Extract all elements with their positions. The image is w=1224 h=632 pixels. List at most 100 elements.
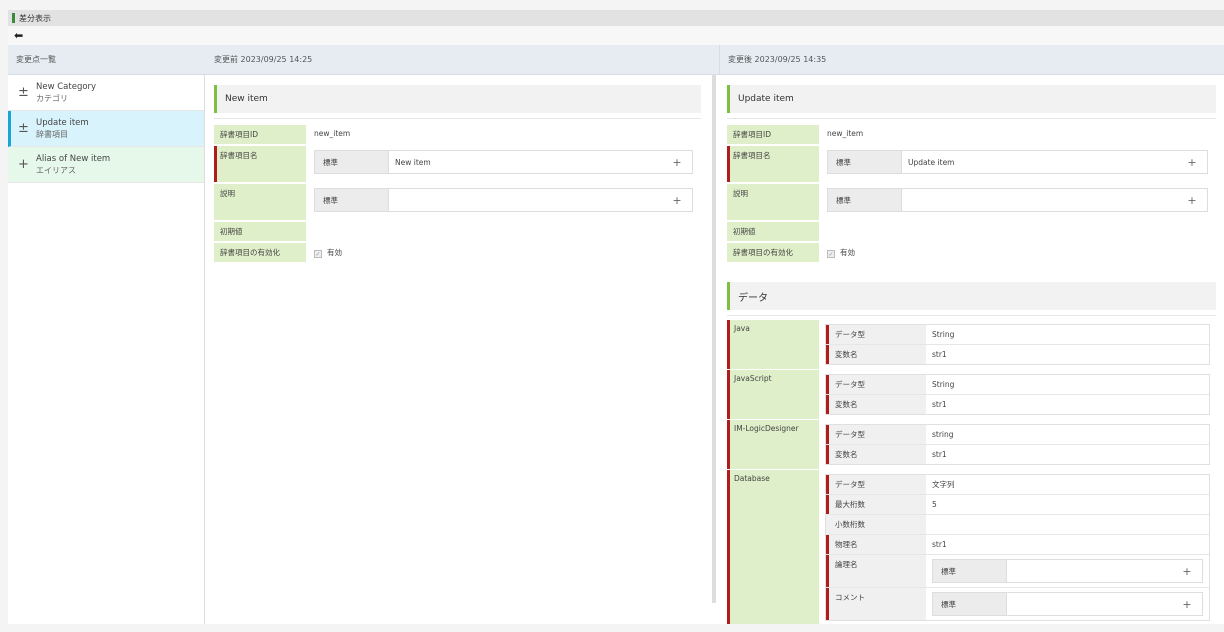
locale-label: 標準 xyxy=(933,593,1007,615)
prop-value xyxy=(819,222,1216,241)
prop-label: 辞書項目ID xyxy=(214,125,306,144)
sub-value: str1 xyxy=(932,450,947,459)
expand-plus-icon[interactable]: + xyxy=(1172,560,1202,582)
localized-field: 標準 New item + xyxy=(314,150,693,174)
locale-label: 標準 xyxy=(828,189,902,211)
after-section-title: Update item xyxy=(727,85,1216,113)
change-item-update-item[interactable]: ± Update item 辞書項目 xyxy=(8,111,204,147)
sub-value: 5 xyxy=(932,500,937,509)
sub-label: 論理名 xyxy=(826,555,926,587)
prop-label: 初期値 xyxy=(727,222,819,241)
sub-label: データ型 xyxy=(826,325,926,344)
change-item-type: カテゴリ xyxy=(36,93,68,103)
data-row-java: Java データ型 String 変数名 str1 xyxy=(727,320,1216,370)
before-section-title: New item xyxy=(214,85,701,113)
sub-label: 変数名 xyxy=(826,395,926,414)
data-subtable: データ型 文字列 最大桁数 5 小数桁数 物理名 str1 論理名 標準 + コ… xyxy=(825,474,1210,621)
sidebar-header: 変更点一覧 xyxy=(8,45,206,75)
prop-label: 辞書項目の有効化 xyxy=(214,243,306,262)
sub-label: 変数名 xyxy=(826,345,926,364)
localized-field: 標準 Update item + xyxy=(827,150,1208,174)
after-pane: Update item 辞書項目ID new_item 辞書項目名 標準 Upd… xyxy=(719,75,1224,624)
expand-plus-icon[interactable]: + xyxy=(662,151,692,173)
sub-value xyxy=(926,515,1209,534)
localized-value: Update item xyxy=(908,157,955,167)
before-header: 変更前 2023/09/25 14:25 xyxy=(206,45,719,75)
after-header: 変更後 2023/09/25 14:35 xyxy=(719,45,1224,75)
scrollbar[interactable] xyxy=(712,75,716,603)
checkbox-checked-icon: ✓ xyxy=(827,250,835,258)
change-item-alias[interactable]: + Alias of New item エイリアス xyxy=(8,147,204,183)
localized-value xyxy=(902,189,1177,211)
sub-label: 変数名 xyxy=(826,445,926,464)
change-item-new-category[interactable]: ± New Category カテゴリ xyxy=(8,75,204,111)
change-item-type: 辞書項目 xyxy=(36,129,68,139)
prop-label: 説明 xyxy=(727,184,819,220)
prop-label: 辞書項目の有効化 xyxy=(727,243,819,262)
sub-label: コメント xyxy=(826,588,926,620)
data-label: IM-LogicDesigner xyxy=(727,420,819,469)
arrow-left-icon[interactable]: ⬅ xyxy=(14,29,23,42)
expand-plus-icon[interactable]: + xyxy=(1172,593,1202,615)
diff-view: 変更点一覧 変更前 2023/09/25 14:25 変更後 2023/09/2… xyxy=(8,45,1224,624)
locale-label: 標準 xyxy=(828,151,902,173)
expand-plus-icon[interactable]: + xyxy=(662,189,692,211)
localized-value xyxy=(389,189,662,211)
locale-label: 標準 xyxy=(315,189,389,211)
divider xyxy=(214,113,701,119)
window-titlebar: 差分表示 xyxy=(8,10,1224,26)
localized-field: 標準 + xyxy=(827,188,1208,212)
data-section-title: データ xyxy=(727,282,1216,310)
localized-field: 標準 + xyxy=(932,559,1203,583)
localized-value xyxy=(1007,560,1172,582)
sub-label: 最大桁数 xyxy=(826,495,926,514)
prop-label-changed: 辞書項目名 xyxy=(214,146,306,182)
sub-value: str1 xyxy=(932,350,947,359)
expand-plus-icon[interactable]: + xyxy=(1177,189,1207,211)
prop-value xyxy=(306,222,701,241)
data-row-database: Database データ型 文字列 最大桁数 5 小数桁数 物理名 str1 論理名 … xyxy=(727,470,1216,624)
before-pane: New item 辞書項目ID new_item 辞書項目名 標準 New it… xyxy=(206,75,709,624)
plus-icon: + xyxy=(18,157,29,172)
data-label: Database xyxy=(727,470,819,624)
localized-field: 標準 + xyxy=(314,188,693,212)
localized-value: New item xyxy=(395,157,431,167)
data-label: JavaScript xyxy=(727,370,819,419)
data-row-logicdesigner: IM-LogicDesigner データ型 string 変数名 str1 xyxy=(727,420,1216,470)
app-mark-icon xyxy=(12,13,15,23)
change-item-title: Alias of New item xyxy=(36,153,111,164)
sub-label: 小数桁数 xyxy=(826,515,926,534)
sub-value: str1 xyxy=(932,540,947,549)
sub-label: 物理名 xyxy=(826,535,926,554)
toolbar: ⬅ xyxy=(8,26,1224,45)
change-list: ± New Category カテゴリ ± Update item 辞書項目 +… xyxy=(8,75,205,624)
change-item-title: New Category xyxy=(36,81,97,92)
change-item-type: エイリアス xyxy=(36,165,76,175)
data-label: Java xyxy=(727,320,819,369)
data-subtable: データ型 string 変数名 str1 xyxy=(825,424,1210,465)
locale-label: 標準 xyxy=(933,560,1007,582)
data-subtable: データ型 String 変数名 str1 xyxy=(825,324,1210,365)
locale-label: 標準 xyxy=(315,151,389,173)
expand-plus-icon[interactable]: + xyxy=(1177,151,1207,173)
sub-value: String xyxy=(932,380,955,389)
localized-field: 標準 + xyxy=(932,592,1203,616)
data-subtable: データ型 String 変数名 str1 xyxy=(825,374,1210,415)
localized-value xyxy=(1007,593,1172,615)
sub-label: データ型 xyxy=(826,425,926,444)
before-properties: 辞書項目ID new_item 辞書項目名 標準 New item + 説明 標 xyxy=(214,123,701,264)
prop-label-changed: 辞書項目名 xyxy=(727,146,819,182)
divider xyxy=(727,113,1216,119)
prop-label: 説明 xyxy=(214,184,306,220)
sub-label: データ型 xyxy=(826,375,926,394)
change-item-title: Update item xyxy=(36,117,89,128)
prop-value: new_item xyxy=(314,129,351,138)
prop-value: new_item xyxy=(827,129,864,138)
plus-minus-icon: ± xyxy=(18,121,29,136)
sub-value: 文字列 xyxy=(932,480,955,489)
window-title: 差分表示 xyxy=(19,13,51,23)
sub-value: String xyxy=(932,330,955,339)
sub-label: データ型 xyxy=(826,475,926,494)
prop-label: 辞書項目ID xyxy=(727,125,819,144)
checkbox-checked-icon: ✓ xyxy=(314,250,322,258)
